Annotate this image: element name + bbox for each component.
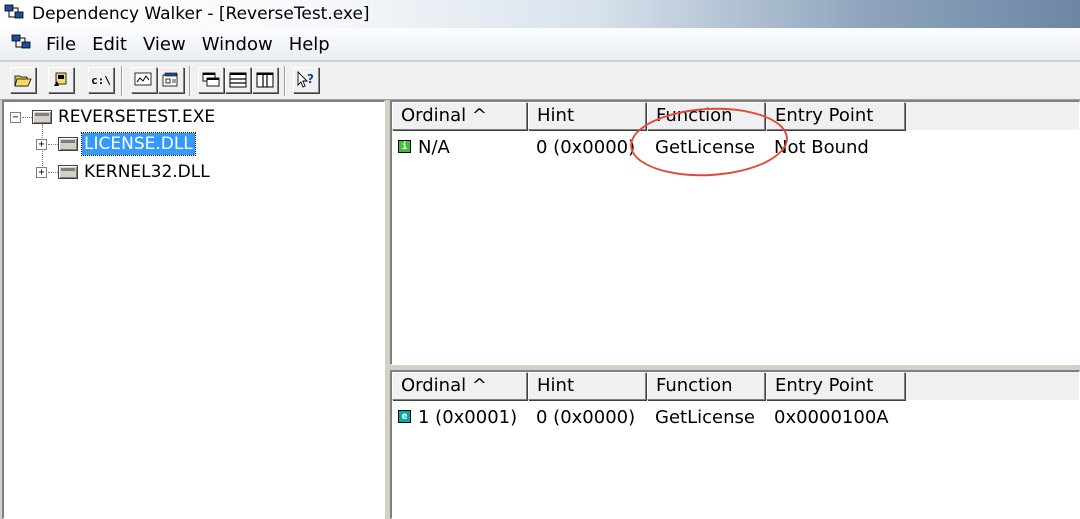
toolbar-separator bbox=[284, 66, 286, 96]
column-header-ordinal[interactable]: Ordinal ^ bbox=[392, 102, 527, 130]
full-paths-icon: c:\ bbox=[91, 73, 111, 87]
table-row[interactable]: i N/A 0 (0x0000) GetLicense Not Bound bbox=[392, 135, 1079, 161]
toolbar-separator bbox=[121, 66, 123, 96]
tree-item-root[interactable]: REVERSETEST.EXE bbox=[56, 106, 217, 128]
tree-item-kernel32-dll[interactable]: KERNEL32.DLL bbox=[82, 161, 212, 183]
save-icon bbox=[54, 72, 67, 86]
menu-file[interactable]: File bbox=[38, 34, 84, 55]
svg-text:?: ? bbox=[307, 72, 314, 86]
module-tree-pane[interactable]: − REVERSETEST.EXE + LICENSE.DLL + KERNEL… bbox=[2, 100, 385, 519]
document-window-icon[interactable] bbox=[10, 33, 32, 55]
dependency-walker-icon bbox=[4, 3, 24, 25]
menu-bar: File Edit View Window Help bbox=[0, 28, 1080, 61]
column-header-hint[interactable]: Hint bbox=[528, 372, 646, 400]
cell-hint: 0 (0x0000) bbox=[536, 407, 636, 428]
view-undecorated-button[interactable] bbox=[131, 67, 157, 93]
collapse-toggle-root[interactable]: − bbox=[10, 112, 21, 123]
module-icon bbox=[58, 165, 78, 179]
tile-icon bbox=[202, 72, 220, 87]
expand-toggle-license[interactable]: + bbox=[36, 139, 47, 150]
import-function-icon: i bbox=[398, 140, 411, 153]
properties-button[interactable] bbox=[158, 67, 184, 93]
tree-connector bbox=[22, 117, 32, 118]
title-bar[interactable]: Dependency Walker - [ReverseTest.exe] bbox=[0, 0, 1080, 28]
exports-list-pane[interactable]: Ordinal ^ Hint Function Entry Point e 1 … bbox=[390, 370, 1080, 519]
full-paths-button[interactable]: c:\ bbox=[88, 67, 114, 93]
toolbar-separator bbox=[189, 66, 191, 96]
column-header-hint[interactable]: Hint bbox=[528, 102, 646, 130]
split-horizontal-button[interactable] bbox=[225, 67, 251, 93]
tree-connector bbox=[48, 172, 58, 173]
cell-entry-point: 0x0000100A bbox=[774, 407, 889, 428]
window-title: Dependency Walker - [ReverseTest.exe] bbox=[32, 4, 370, 24]
view-undecorated-icon bbox=[134, 72, 152, 86]
menu-window[interactable]: Window bbox=[194, 34, 281, 55]
open-button[interactable] bbox=[10, 67, 36, 93]
column-header-entry-point[interactable]: Entry Point bbox=[766, 102, 905, 130]
module-icon bbox=[32, 110, 52, 124]
column-header-ordinal[interactable]: Ordinal ^ bbox=[392, 372, 527, 400]
module-icon bbox=[58, 137, 78, 151]
cell-function: GetLicense bbox=[655, 137, 755, 158]
column-header-function[interactable]: Function bbox=[647, 372, 765, 400]
cell-function: GetLicense bbox=[655, 407, 755, 428]
menu-help[interactable]: Help bbox=[281, 34, 338, 55]
expand-toggle-kernel32[interactable]: + bbox=[36, 167, 47, 178]
cell-ordinal: 1 (0x0001) bbox=[418, 407, 518, 428]
column-header-entry-point[interactable]: Entry Point bbox=[766, 372, 905, 400]
tree-item-license-dll[interactable]: LICENSE.DLL bbox=[81, 132, 196, 156]
split-vertical-icon bbox=[256, 72, 274, 88]
tile-button[interactable] bbox=[198, 67, 224, 93]
context-help-icon: ? bbox=[297, 71, 314, 88]
menu-view[interactable]: View bbox=[135, 34, 194, 55]
toolbar: c:\ ? bbox=[0, 62, 1080, 100]
split-vertical-button[interactable] bbox=[252, 67, 278, 93]
cell-hint: 0 (0x0000) bbox=[536, 137, 636, 158]
exports-list-header: Ordinal ^ Hint Function Entry Point bbox=[392, 372, 1079, 400]
table-row[interactable]: e 1 (0x0001) 0 (0x0000) GetLicense 0x000… bbox=[392, 405, 1079, 431]
context-help-button[interactable]: ? bbox=[293, 67, 319, 93]
column-header-function[interactable]: Function bbox=[647, 102, 765, 130]
export-function-icon: e bbox=[398, 410, 411, 423]
menu-edit[interactable]: Edit bbox=[84, 34, 135, 55]
open-icon bbox=[14, 75, 32, 87]
tree-connector bbox=[48, 144, 58, 145]
save-button[interactable] bbox=[48, 67, 74, 93]
split-horizontal-icon bbox=[229, 72, 247, 88]
cell-ordinal: N/A bbox=[418, 137, 450, 158]
cell-entry-point: Not Bound bbox=[774, 137, 869, 158]
imports-list-header: Ordinal ^ Hint Function Entry Point bbox=[392, 102, 1079, 130]
imports-list-pane[interactable]: Ordinal ^ Hint Function Entry Point i N/… bbox=[390, 100, 1080, 365]
properties-icon bbox=[162, 72, 178, 87]
